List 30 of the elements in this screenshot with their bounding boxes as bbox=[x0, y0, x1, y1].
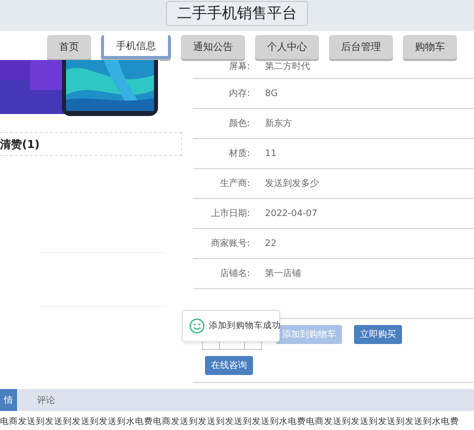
description-text: 电商发送到发送到发送到发送到水电费电商发送到发送到发送到发送到水电费电商发送到发送到发送到发送到水电费 bbox=[0, 416, 460, 428]
nav-tab[interactable]: 通知公告 bbox=[181, 35, 245, 59]
field-value: 2022-04-07 bbox=[265, 208, 318, 218]
field-value: 第二方时代 bbox=[265, 60, 310, 73]
field-label: 生产商: bbox=[218, 178, 250, 190]
nav-tab[interactable]: 个人中心 bbox=[255, 35, 319, 59]
buy-now-button[interactable]: 立即购买 bbox=[354, 324, 402, 344]
field-value: 22 bbox=[265, 238, 276, 248]
detail-tab[interactable]: 情 bbox=[0, 389, 17, 411]
field-value: 11 bbox=[265, 148, 276, 158]
field-label: 颜色: bbox=[228, 118, 250, 130]
field-value: 发送到发多少 bbox=[265, 178, 319, 190]
nav-tab[interactable]: 手机信息 bbox=[101, 35, 171, 59]
field-label: 内存: bbox=[228, 88, 250, 100]
field-label: 屏幕: bbox=[228, 60, 250, 73]
field-label: 上市日期: bbox=[210, 208, 250, 220]
nav-tab[interactable]: 购物车 bbox=[403, 35, 457, 59]
field-value: 新东方 bbox=[265, 118, 292, 130]
field-value: 8G bbox=[265, 88, 278, 98]
field-label: 商家账号: bbox=[210, 238, 250, 250]
field-value: 第一店铺 bbox=[265, 268, 301, 280]
field-label: 材质: bbox=[228, 148, 250, 160]
site-title: 二手手机销售平台 bbox=[166, 1, 308, 26]
likes-count: 清赞(1) bbox=[0, 136, 40, 152]
detail-tab[interactable]: 评论 bbox=[27, 389, 65, 411]
nav-tab[interactable]: 后台管理 bbox=[329, 35, 393, 59]
nav-tab[interactable]: 首页 bbox=[47, 35, 91, 59]
consult-button[interactable]: 在线咨询 bbox=[205, 356, 253, 375]
smiley-icon bbox=[189, 318, 205, 334]
field-label: 店铺名: bbox=[218, 268, 250, 280]
